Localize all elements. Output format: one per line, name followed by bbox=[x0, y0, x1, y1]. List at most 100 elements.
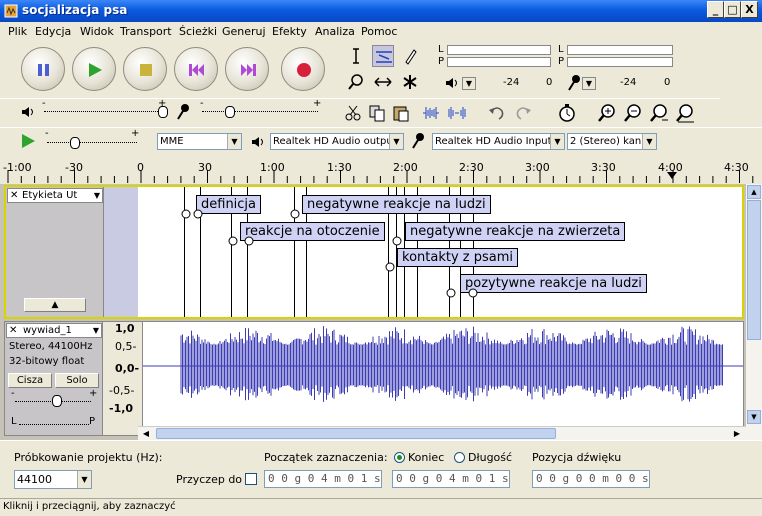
scroll-right-icon[interactable]: ▶ bbox=[730, 427, 744, 440]
zoom-out-button[interactable] bbox=[622, 102, 644, 124]
input-slider-thumb[interactable] bbox=[225, 106, 235, 118]
menu-transport[interactable]: Transport bbox=[120, 25, 172, 38]
chevron-down-icon: ▼ bbox=[550, 134, 564, 149]
label-track-area[interactable]: definicja negatywne reakcje na ludzi rea… bbox=[104, 187, 742, 317]
playback-meter-right[interactable] bbox=[447, 57, 551, 67]
playback-meter-menu[interactable]: ▼ bbox=[462, 77, 476, 90]
audio-track[interactable]: ✕ wywiad_1 ▼ Stereo, 44100Hz 32-bitowy f… bbox=[4, 321, 744, 436]
audio-track-header[interactable]: ✕ wywiad_1 ▼ bbox=[6, 323, 102, 338]
end-radio[interactable] bbox=[394, 452, 405, 463]
minimize-button[interactable]: _ bbox=[707, 1, 724, 18]
track-menu-chevron-icon[interactable]: ▼ bbox=[93, 324, 99, 337]
envelope-tool[interactable] bbox=[372, 45, 394, 67]
redo-button[interactable] bbox=[512, 102, 534, 124]
menu-sciezki[interactable]: Ścieżki bbox=[179, 25, 217, 38]
skip-start-button[interactable] bbox=[174, 47, 218, 91]
trim-button[interactable] bbox=[420, 102, 442, 124]
output-device-icon bbox=[252, 137, 263, 147]
selection-end-value: 0 0 g 0 4 m 0 1 s bbox=[396, 472, 509, 485]
solo-button[interactable]: Solo bbox=[55, 373, 99, 388]
multi-tool[interactable] bbox=[399, 71, 421, 93]
record-meter-menu[interactable]: ▼ bbox=[582, 77, 596, 90]
snap-to-checkbox[interactable] bbox=[245, 473, 257, 485]
scroll-left-icon[interactable]: ◀ bbox=[139, 427, 153, 440]
selection-tool[interactable] bbox=[345, 45, 367, 67]
vertical-scrollbar[interactable]: ▲ ▼ bbox=[746, 184, 762, 440]
sync-lock-button[interactable] bbox=[556, 102, 578, 124]
zoom-tool[interactable] bbox=[345, 71, 367, 93]
tools-toolbar bbox=[342, 43, 428, 95]
pan-slider[interactable] bbox=[19, 424, 89, 426]
magnifier-icon bbox=[348, 74, 363, 90]
paste-button[interactable] bbox=[390, 102, 412, 124]
pause-button[interactable] bbox=[21, 47, 65, 91]
maximize-button[interactable]: □ bbox=[724, 1, 741, 18]
output-device-select[interactable]: Realtek HD Audio outpu ▼ bbox=[270, 133, 404, 150]
menu-efekty[interactable]: Efekty bbox=[272, 25, 307, 38]
close-track-icon[interactable]: ✕ bbox=[9, 324, 17, 337]
undo-button[interactable] bbox=[486, 102, 508, 124]
copy-button[interactable] bbox=[366, 102, 388, 124]
waveform-area[interactable] bbox=[143, 322, 743, 435]
audio-position-time[interactable]: 0 0 g 0 0 m 0 0 s bbox=[532, 470, 650, 488]
output-slider-thumb[interactable] bbox=[158, 106, 168, 118]
close-track-icon[interactable]: ✕ bbox=[10, 189, 18, 202]
chevron-down-icon: ▼ bbox=[642, 134, 656, 149]
track-bitdepth-info: 32-bitowy float bbox=[9, 356, 85, 367]
record-icon bbox=[297, 63, 311, 77]
ruler-label: 2:30 bbox=[459, 161, 484, 174]
silence-button[interactable] bbox=[446, 102, 468, 124]
project-rate-combo[interactable]: 44100 ▼ bbox=[14, 470, 92, 489]
output-volume-slider[interactable] bbox=[44, 111, 164, 113]
asterisk-icon bbox=[403, 75, 417, 89]
menu-widok[interactable]: Widok bbox=[80, 25, 114, 38]
label-track[interactable]: ✕ Etykieta Ut ▼ ▲ definicja negatywne re… bbox=[4, 185, 744, 319]
input-channels-select[interactable]: 2 (Stereo) kan ▼ bbox=[567, 133, 657, 150]
scroll-down-icon[interactable]: ▼ bbox=[747, 410, 761, 424]
menu-edycja[interactable]: Edycja bbox=[35, 25, 71, 38]
zoom-in-button[interactable] bbox=[596, 102, 618, 124]
zoom-fit-project-icon bbox=[676, 104, 694, 123]
speed-slider-thumb[interactable] bbox=[70, 137, 80, 149]
mute-button[interactable]: Cisza bbox=[8, 373, 52, 388]
fit-selection-button[interactable] bbox=[648, 102, 670, 124]
label-track-header[interactable]: ✕ Etykieta Ut ▼ bbox=[7, 188, 103, 203]
track-menu-chevron-icon[interactable]: ▼ bbox=[94, 189, 100, 202]
record-meter-right[interactable] bbox=[567, 57, 673, 67]
scroll-up-icon[interactable]: ▲ bbox=[747, 185, 761, 199]
record-button[interactable] bbox=[281, 47, 325, 91]
fit-project-button[interactable] bbox=[674, 102, 696, 124]
collapse-track-button[interactable]: ▲ bbox=[24, 298, 86, 312]
input-device-icon bbox=[412, 133, 424, 149]
cut-button[interactable] bbox=[342, 102, 364, 124]
amplitude-label: 0,5- bbox=[115, 340, 137, 353]
timeline-ruler[interactable]: -1:00 -30 0 30 1:00 1:30 2:00 2:30 3:00 … bbox=[0, 156, 762, 184]
meter-scale-c: -24 bbox=[620, 77, 637, 88]
menu-generuj[interactable]: Generuj bbox=[222, 25, 266, 38]
timeshift-tool[interactable] bbox=[372, 71, 394, 93]
play-at-speed-icon[interactable] bbox=[20, 133, 36, 149]
draw-tool[interactable] bbox=[399, 45, 421, 67]
length-radio[interactable] bbox=[454, 452, 465, 463]
horizontal-scrollbar[interactable]: ◀ ▶ bbox=[138, 426, 746, 440]
menu-plik[interactable]: Plik bbox=[8, 25, 27, 38]
selection-end-time[interactable]: 0 0 g 0 4 m 0 1 s bbox=[392, 470, 510, 488]
input-volume-slider[interactable] bbox=[202, 111, 318, 113]
record-meter-left[interactable] bbox=[567, 45, 673, 55]
playback-meter-left[interactable] bbox=[447, 45, 551, 55]
play-speed-slider[interactable] bbox=[47, 142, 137, 144]
stop-button[interactable] bbox=[123, 47, 167, 91]
menu-analiza[interactable]: Analiza bbox=[315, 25, 355, 38]
vertical-scroll-thumb[interactable] bbox=[747, 200, 761, 340]
gain-slider-thumb[interactable] bbox=[52, 395, 62, 407]
skip-end-button[interactable] bbox=[225, 47, 269, 91]
audio-host-select[interactable]: MME ▼ bbox=[157, 133, 242, 150]
close-button[interactable]: X bbox=[741, 1, 758, 18]
play-button[interactable] bbox=[72, 47, 116, 91]
selection-start-time[interactable]: 0 0 g 0 4 m 0 1 s bbox=[264, 470, 382, 488]
menu-pomoc[interactable]: Pomoc bbox=[361, 25, 397, 38]
title-bar[interactable]: socjalizacja psa _ □ X bbox=[0, 0, 762, 22]
input-device-select[interactable]: Realtek HD Audio Input: ▼ bbox=[432, 133, 565, 150]
envelope-icon bbox=[376, 51, 392, 63]
horizontal-scroll-thumb[interactable] bbox=[156, 428, 556, 439]
